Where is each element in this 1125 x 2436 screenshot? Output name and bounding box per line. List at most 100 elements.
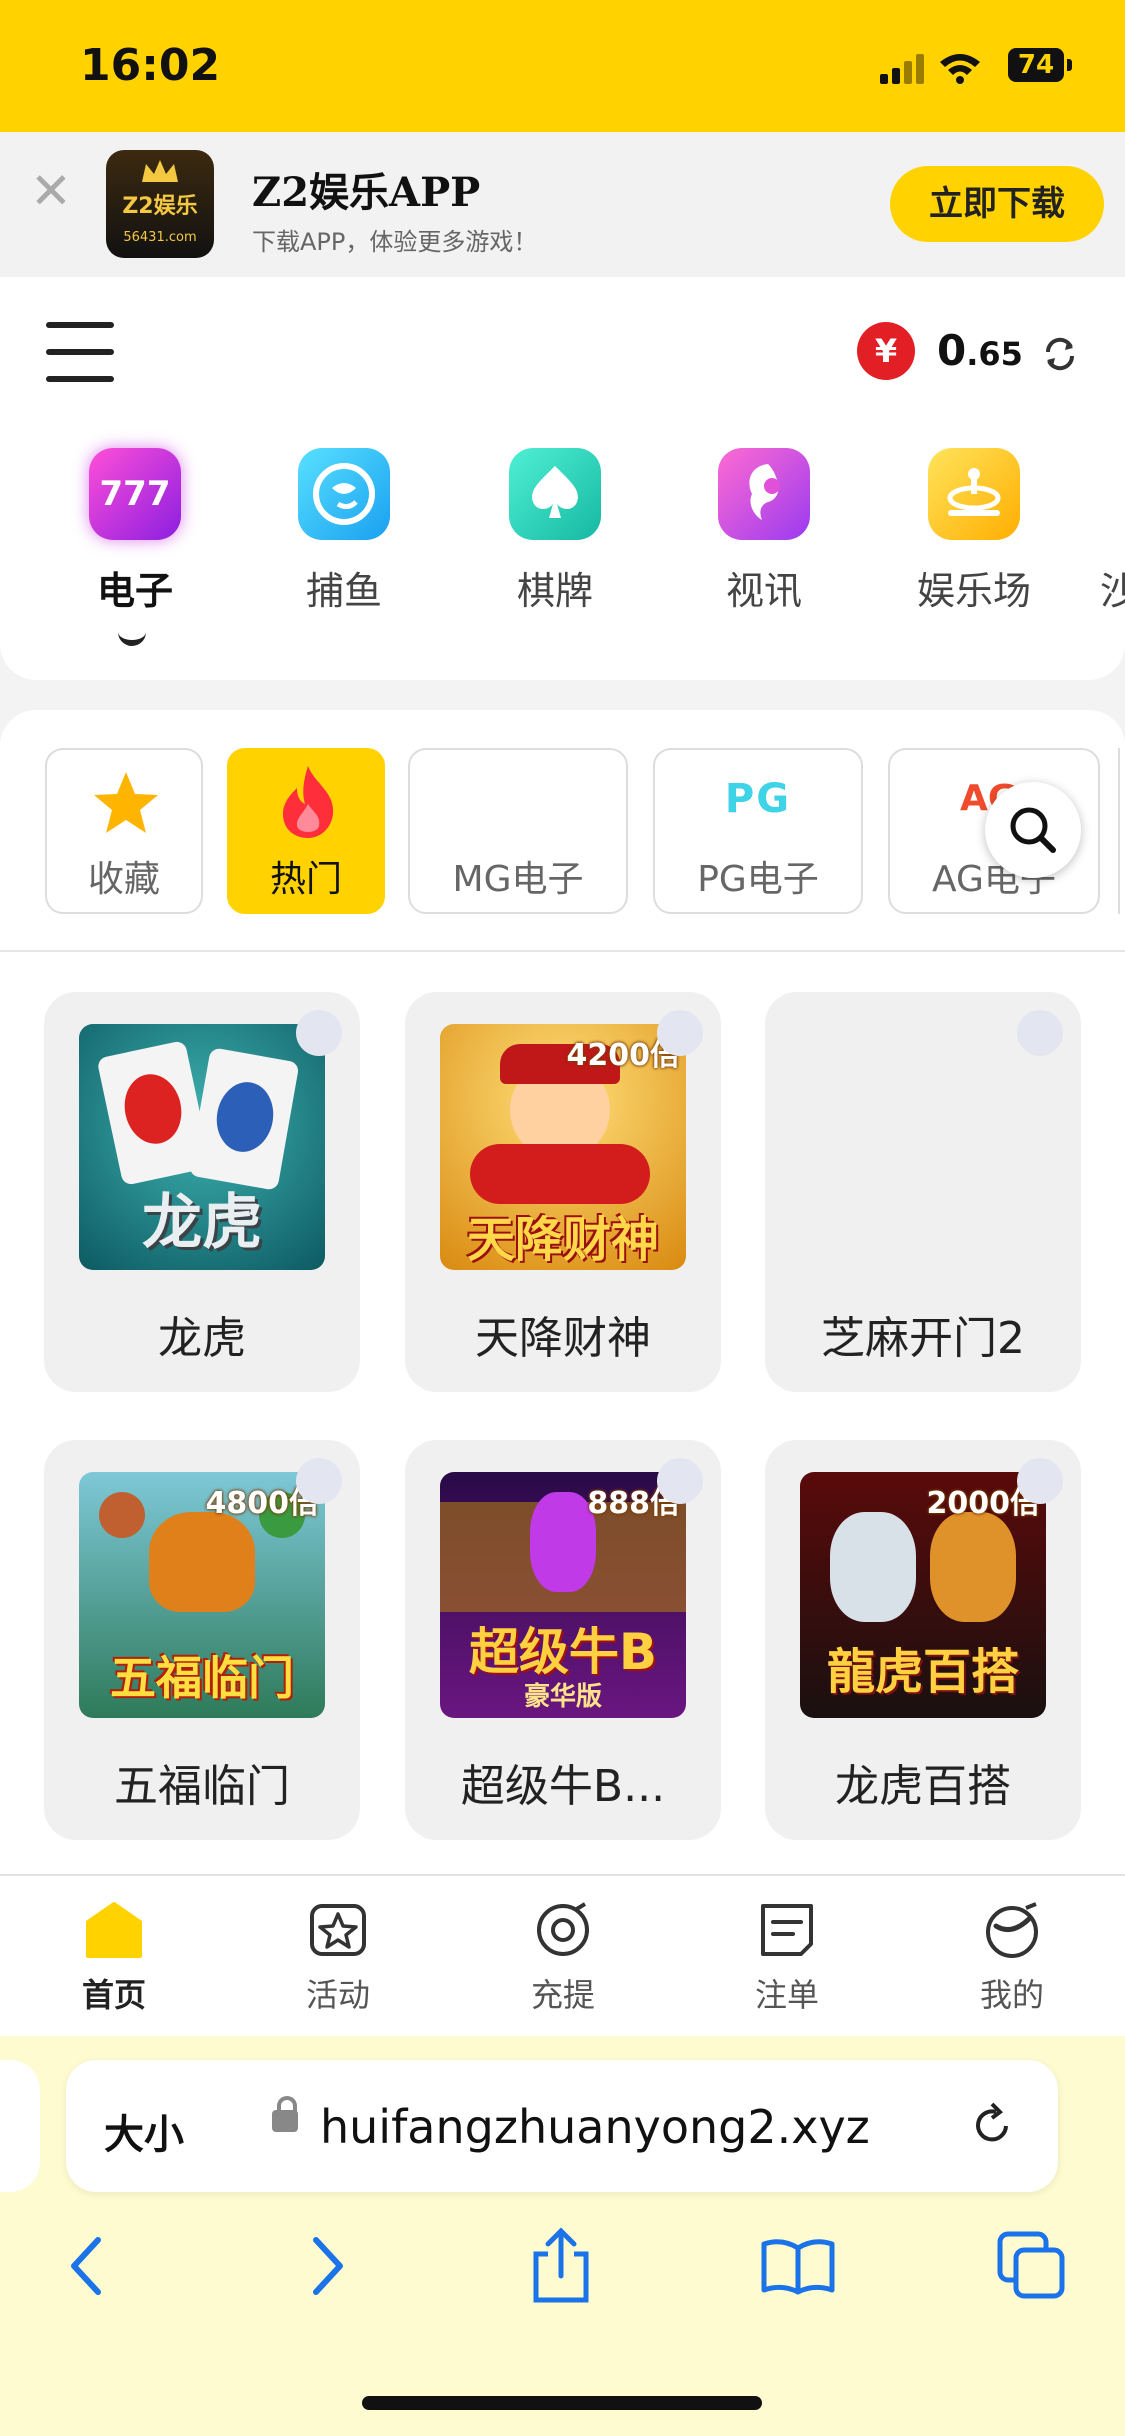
live-woman-icon: [718, 448, 810, 540]
profile-icon: [986, 1902, 1038, 1958]
thumb-title: 超级牛B: [468, 1623, 658, 1681]
back-icon[interactable]: [64, 2234, 108, 2298]
category-chess-cards[interactable]: 棋牌: [490, 448, 620, 615]
previous-tab-preview[interactable]: [0, 2060, 40, 2192]
filter-pg[interactable]: PG PG电子: [653, 748, 863, 914]
tab-home[interactable]: 首页: [34, 1900, 194, 2016]
tabs-icon[interactable]: [996, 2230, 1068, 2302]
game-name: 龙虎: [158, 1313, 246, 1364]
lock-icon: [272, 2096, 298, 2132]
pg-logo-icon: PG: [724, 776, 792, 822]
fire-icon: [283, 766, 334, 838]
thumb-title: 天降财神: [466, 1212, 659, 1268]
thumb-title: 龙虎: [142, 1188, 262, 1258]
tab-label: 充提: [530, 1976, 595, 2014]
favorite-star-icon[interactable]: [1017, 1010, 1063, 1056]
search-button[interactable]: [985, 782, 1081, 878]
category-partial[interactable]: 沙: [1100, 448, 1125, 615]
game-name: 五福临门: [114, 1761, 290, 1812]
game-card[interactable]: 芝麻开门2: [765, 992, 1081, 1392]
menu-icon[interactable]: [46, 322, 116, 382]
bookmarks-icon[interactable]: [760, 2236, 836, 2296]
text-size-button[interactable]: 大小: [104, 2102, 184, 2160]
tab-bet-slips[interactable]: 注单: [707, 1900, 867, 2016]
category-casino[interactable]: 娱乐场: [909, 448, 1039, 615]
category-label: 视讯: [725, 569, 802, 613]
game-name: 芝麻开门2: [821, 1313, 1025, 1364]
game-name: 龙虎百搭: [835, 1761, 1011, 1812]
logo-url: 56431.com: [123, 230, 197, 245]
filter-label: PG电子: [697, 859, 819, 900]
activity-star-icon: [310, 1904, 366, 1956]
close-icon[interactable]: ✕: [30, 162, 72, 220]
forward-icon[interactable]: [306, 2234, 350, 2298]
tiger-art: [930, 1512, 1016, 1622]
tab-deposit-withdraw[interactable]: 充提: [483, 1900, 643, 2016]
category-electronic[interactable]: 777 电子: [70, 448, 200, 615]
search-icon: [1010, 807, 1056, 853]
deposit-icon: [537, 1902, 589, 1956]
tab-profile[interactable]: 我的: [932, 1900, 1092, 2016]
spade-icon: [509, 448, 601, 540]
balance-integer: 0: [937, 326, 967, 375]
thumb-subtitle: 豪华版: [523, 1682, 602, 1712]
share-icon[interactable]: [528, 2226, 594, 2304]
tab-label: 活动: [305, 1976, 370, 2014]
777-icon: 777: [89, 448, 181, 540]
category-label: 沙: [1100, 569, 1125, 613]
category-label: 电子: [96, 569, 173, 613]
fish-icon: [298, 448, 390, 540]
game-thumbnail: 龙虎: [79, 1024, 325, 1270]
favorite-star-icon[interactable]: [657, 1458, 703, 1504]
thumb-title: 龍虎百搭: [826, 1644, 1019, 1700]
game-thumbnail: 888倍 超级牛B 豪华版: [440, 1472, 686, 1718]
game-thumbnail: 2000倍 龍虎百搭: [800, 1472, 1046, 1718]
tab-activity[interactable]: 活动: [258, 1900, 418, 2016]
game-card[interactable]: 2000倍 龍虎百搭 龙虎百搭: [765, 1440, 1081, 1840]
game-card[interactable]: 888倍 超级牛B 豪华版 超级牛B...: [405, 1440, 721, 1840]
home-indicator: [362, 2396, 762, 2410]
banner-subtitle: 下载APP，体验更多游戏！: [252, 228, 538, 256]
banner-app-name: Z2娱乐APP: [252, 169, 481, 216]
category-fishing[interactable]: 捕鱼: [279, 448, 409, 615]
balance-decimal: .65: [966, 335, 1023, 373]
filter-overflow-edge: [1118, 748, 1125, 914]
star-icon: [94, 772, 158, 833]
game-name: 天降财神: [475, 1313, 651, 1364]
category-live[interactable]: 视讯: [699, 448, 829, 615]
game-card[interactable]: 4200倍 天降财神 天降财神: [405, 992, 721, 1392]
filter-favorites[interactable]: 收藏: [45, 748, 203, 914]
refresh-balance-icon[interactable]: [1040, 334, 1080, 374]
currency-coin-icon: ¥: [857, 322, 915, 380]
signal-wifi-icon: [880, 54, 980, 84]
reload-icon[interactable]: [966, 2100, 1018, 2152]
game-name: 超级牛B...: [460, 1761, 666, 1812]
category-label: 娱乐场: [916, 569, 1031, 613]
status-time: 16:02: [80, 40, 221, 91]
tab-label: 注单: [754, 1976, 819, 2014]
dragon-art: [830, 1512, 916, 1622]
game-card[interactable]: 龙虎 龙虎: [44, 992, 360, 1392]
filter-hot[interactable]: 热门: [227, 748, 385, 914]
dragon-art: [149, 1512, 255, 1612]
app-download-banner: ✕ Z2娱乐 56431.com Z2娱乐APP 下载APP，体验更多游戏！ 立…: [0, 132, 1125, 277]
app-logo: Z2娱乐 56431.com: [106, 150, 214, 258]
favorite-star-icon[interactable]: [296, 1458, 342, 1504]
url-text[interactable]: huifangzhuanyong2.xyz: [320, 2100, 870, 2154]
download-now-button[interactable]: 立即下载: [890, 166, 1104, 242]
logo-text: Z2娱乐: [122, 194, 198, 219]
filter-label: MG电子: [452, 859, 584, 900]
home-icon: [86, 1902, 142, 1958]
tab-label: 首页: [81, 1976, 146, 2014]
favorite-star-icon[interactable]: [657, 1010, 703, 1056]
filter-mg[interactable]: MG电子: [408, 748, 628, 914]
crown-icon: [142, 160, 178, 182]
balance-value: 0.65: [937, 326, 1023, 375]
game-card[interactable]: 4800倍 五福临门 五福临门: [44, 1440, 360, 1840]
bet-slip-icon: [761, 1904, 813, 1956]
favorite-star-icon[interactable]: [296, 1010, 342, 1056]
casino-icon: [928, 448, 1020, 540]
thumb-title: 五福临门: [110, 1651, 294, 1705]
favorite-star-icon[interactable]: [1017, 1458, 1063, 1504]
category-label: 棋牌: [516, 569, 593, 613]
